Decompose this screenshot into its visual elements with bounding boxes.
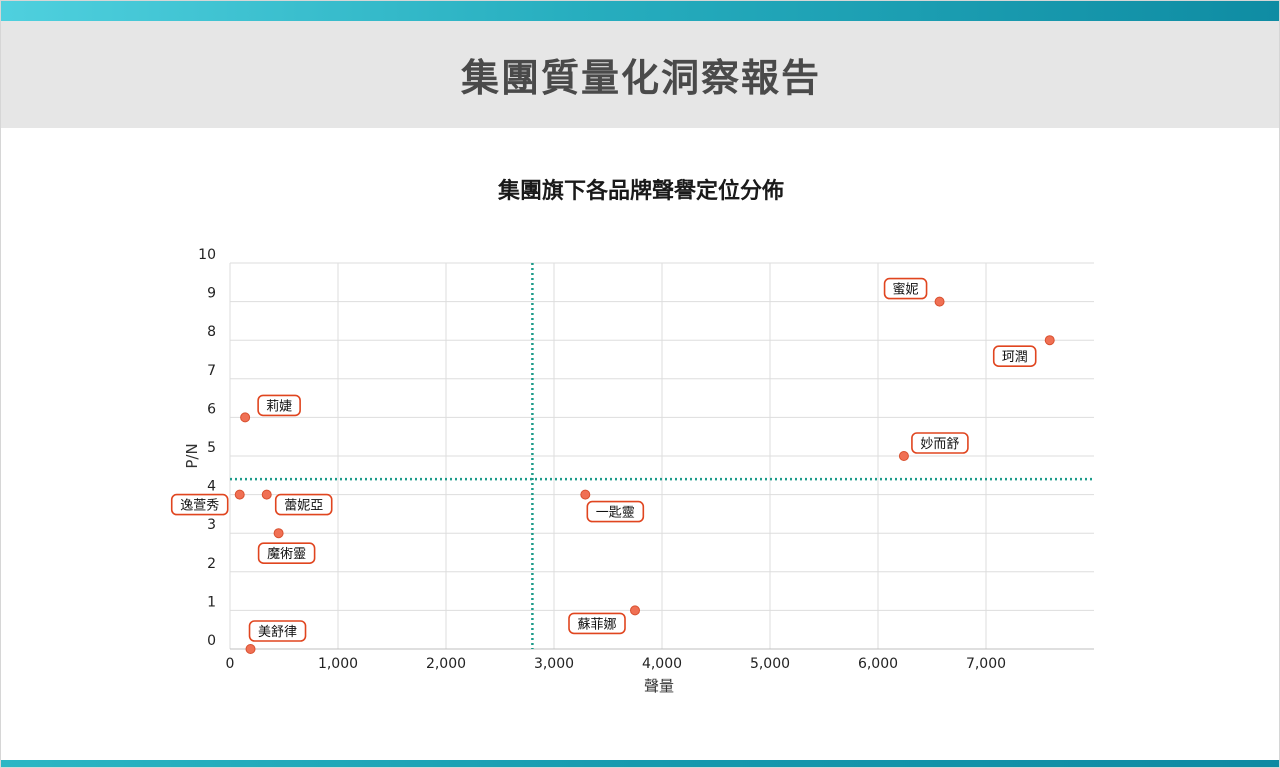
- y-axis-title: P/N: [183, 443, 201, 468]
- data-point: [261, 489, 272, 500]
- y-tick-label: 9: [207, 286, 216, 302]
- data-point: [898, 451, 909, 461]
- y-tick-label: 1: [207, 594, 216, 610]
- data-point: [273, 528, 284, 539]
- y-tick-label: 8: [207, 324, 216, 340]
- x-tick-label: 7,000: [966, 656, 1006, 672]
- data-label: 美舒律: [258, 625, 297, 640]
- scatter-chart: 0 1,000 2,000 3,000 4,000 5,000 6,000 7,000 0 1 2 3…: [170, 247, 1094, 695]
- x-tick-label: 0: [226, 656, 235, 672]
- x-tick-label: 5,000: [750, 656, 790, 672]
- data-point: [240, 412, 251, 423]
- data-label: 莉婕: [266, 399, 292, 414]
- data-label: 珂潤: [1002, 350, 1028, 365]
- x-tick-label: 1,000: [318, 656, 358, 672]
- x-axis-title: 聲量: [644, 677, 674, 695]
- y-tick-label: 4: [207, 479, 216, 495]
- data-point: [245, 644, 256, 654]
- x-tick-label: 2,000: [426, 656, 466, 672]
- data-label: 一匙靈: [596, 506, 635, 521]
- x-tick-label: 6,000: [858, 656, 898, 672]
- y-tick-label: 5: [207, 440, 216, 456]
- y-tick-label: 2: [207, 556, 216, 572]
- data-label: 蕾妮亞: [284, 499, 323, 514]
- y-tick-label: 10: [198, 247, 216, 263]
- data-point: [1044, 335, 1055, 346]
- data-point: [580, 489, 591, 500]
- x-tick-label: 3,000: [534, 656, 574, 672]
- data-label: 逸萱秀: [180, 499, 219, 514]
- data-label: 魔術靈: [267, 547, 306, 562]
- report-page: 集團質量化洞察報告 集團旗下各品牌聲譽定位分佈 0 1,000 2,000 3,000…: [0, 0, 1280, 768]
- data-point: [234, 489, 245, 500]
- x-tick-label: 4,000: [642, 656, 682, 672]
- data-label: 蜜妮: [893, 283, 919, 298]
- y-tick-label: 0: [207, 633, 216, 649]
- y-tick-label: 3: [207, 517, 216, 533]
- data-point: [630, 605, 640, 616]
- y-tick-label: 7: [207, 363, 216, 379]
- y-tick-label: 6: [207, 401, 216, 417]
- data-point: [934, 296, 945, 307]
- bottom-accent-bar: [1, 760, 1279, 767]
- data-label: 蘇菲娜: [577, 617, 616, 632]
- data-label: 妙而舒: [920, 437, 959, 452]
